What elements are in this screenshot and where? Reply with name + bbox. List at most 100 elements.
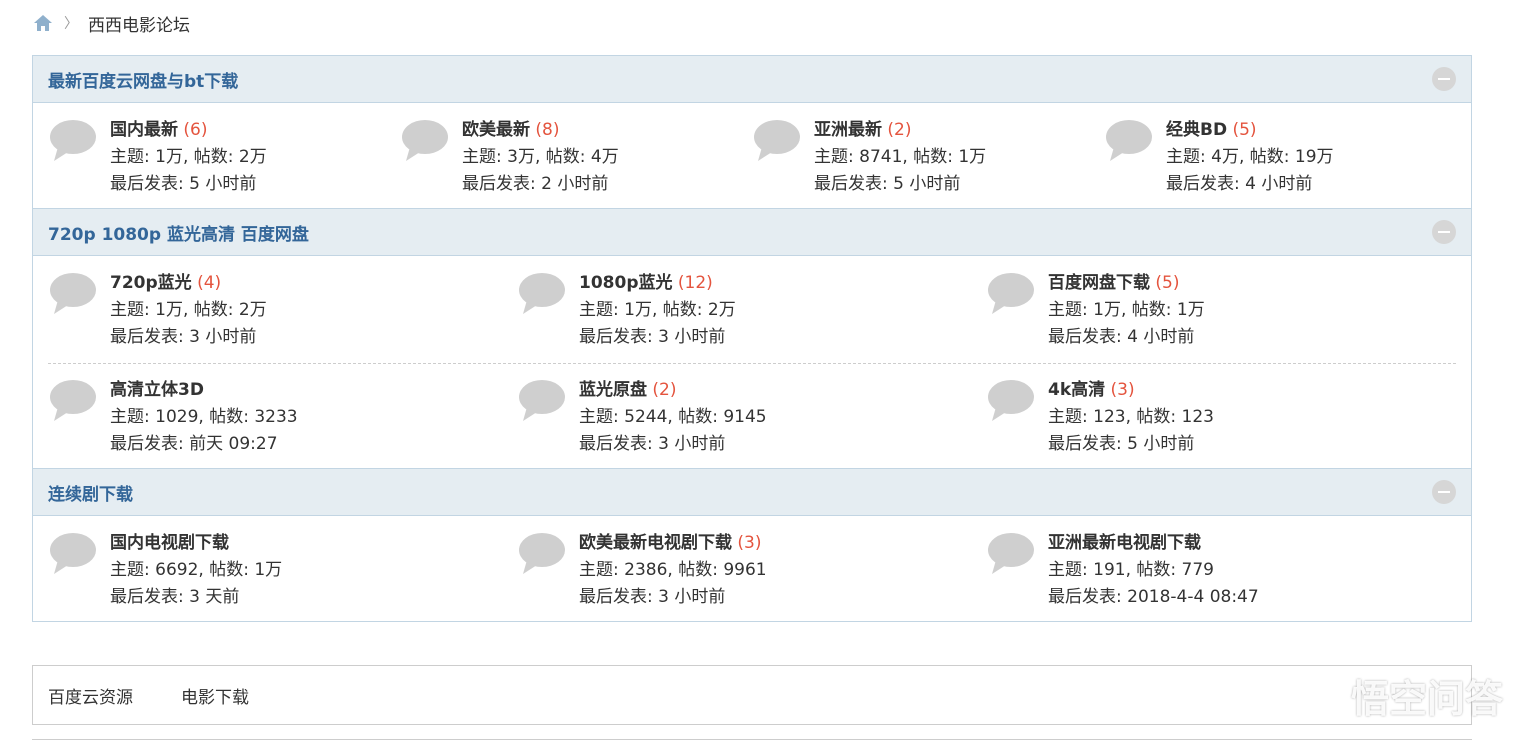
- forum-cell: 国内最新 (6) 主题: 1万, 帖数: 2万 最后发表: 5 小时前: [48, 117, 400, 198]
- forum-row: 720p蓝光 (4) 主题: 1万, 帖数: 2万 最后发表: 3 小时前 10…: [48, 270, 1456, 351]
- forum-cell: 蓝光原盘 (2) 主题: 5244, 帖数: 9145 最后发表: 3 小时前: [517, 377, 986, 458]
- collapse-icon[interactable]: [1432, 67, 1456, 91]
- forum-cell: 高清立体3D 主题: 1029, 帖数: 3233 最后发表: 前天 09:27: [48, 377, 517, 458]
- forum-last-post[interactable]: 最后发表: 2018-4-4 08:47: [1048, 584, 1259, 611]
- forum-last-post[interactable]: 最后发表: 5 小时前: [1048, 431, 1214, 458]
- collapse-icon[interactable]: [1432, 480, 1456, 504]
- forum-stats: 主题: 1万, 帖数: 2万: [110, 147, 267, 167]
- forum-new-count: (3): [737, 533, 762, 553]
- forum-stats: 主题: 1万, 帖数: 2万: [579, 300, 736, 320]
- speech-bubble-icon: [1106, 120, 1152, 161]
- forum-last-post[interactable]: 最后发表: 4 小时前: [1166, 171, 1334, 198]
- category-header: 720p 1080p 蓝光高清 百度网盘: [33, 208, 1471, 256]
- category-title[interactable]: 最新百度云网盘与bt下载: [48, 67, 238, 92]
- forum-cell: 4k高清 (3) 主题: 123, 帖数: 123 最后发表: 5 小时前: [986, 377, 1455, 458]
- forum-name[interactable]: 欧美最新: [462, 120, 530, 140]
- link-movie-download[interactable]: 电影下载: [181, 683, 249, 708]
- forum-stats: 主题: 123, 帖数: 123: [1048, 407, 1214, 427]
- forum-last-post[interactable]: 最后发表: 3 小时前: [110, 324, 267, 351]
- speech-bubble-icon: [988, 380, 1034, 421]
- forum-new-count: (2): [652, 380, 677, 400]
- speech-bubble-icon: [519, 380, 565, 421]
- forum-cell: 欧美最新电视剧下载 (3) 主题: 2386, 帖数: 9961 最后发表: 3…: [517, 530, 986, 611]
- forum-new-count: (12): [677, 273, 713, 293]
- forum-name[interactable]: 国内电视剧下载: [110, 533, 229, 553]
- forum-row: 高清立体3D 主题: 1029, 帖数: 3233 最后发表: 前天 09:27…: [48, 363, 1456, 458]
- forum-new-count: (4): [197, 273, 222, 293]
- speech-bubble-icon: [519, 533, 565, 574]
- forum-cell: 1080p蓝光 (12) 主题: 1万, 帖数: 2万 最后发表: 3 小时前: [517, 270, 986, 351]
- forum-cell: 百度网盘下载 (5) 主题: 1万, 帖数: 1万 最后发表: 4 小时前: [986, 270, 1455, 351]
- forum-stats: 主题: 1万, 帖数: 1万: [1048, 300, 1205, 320]
- forum-last-post[interactable]: 最后发表: 3 小时前: [579, 324, 736, 351]
- home-icon[interactable]: [32, 13, 54, 33]
- speech-bubble-icon: [50, 120, 96, 161]
- watermark: 悟空问答: [1297, 668, 1503, 723]
- forum-stats: 主题: 8741, 帖数: 1万: [814, 147, 987, 167]
- friend-links: 百度云资源 电影下载: [32, 665, 1472, 725]
- category-body: 国内电视剧下载 主题: 6692, 帖数: 1万 最后发表: 3 天前 欧美最新…: [33, 516, 1471, 621]
- forum-name[interactable]: 国内最新: [110, 120, 178, 140]
- speech-bubble-icon: [50, 380, 96, 421]
- forum-stats: 主题: 2386, 帖数: 9961: [579, 560, 767, 580]
- forum-name[interactable]: 4k高清: [1048, 380, 1105, 400]
- forum-cell: 亚洲最新电视剧下载 主题: 191, 帖数: 779 最后发表: 2018-4-…: [986, 530, 1455, 611]
- category-header: 连续剧下载: [33, 468, 1471, 516]
- forum-new-count: (3): [1110, 380, 1135, 400]
- forum-cell: 经典BD (5) 主题: 4万, 帖数: 19万 最后发表: 4 小时前: [1104, 117, 1456, 198]
- forum-last-post[interactable]: 最后发表: 2 小时前: [462, 171, 619, 198]
- breadcrumb: 〉 西西电影论坛: [32, 10, 190, 36]
- speech-bubble-icon: [402, 120, 448, 161]
- forum-stats: 主题: 1万, 帖数: 2万: [110, 300, 267, 320]
- collapse-icon[interactable]: [1432, 220, 1456, 244]
- category-body: 国内最新 (6) 主题: 1万, 帖数: 2万 最后发表: 5 小时前 欧美最新…: [33, 103, 1471, 208]
- forum-name[interactable]: 高清立体3D: [110, 380, 204, 400]
- speech-bubble-icon: [50, 533, 96, 574]
- category-body: 720p蓝光 (4) 主题: 1万, 帖数: 2万 最后发表: 3 小时前 10…: [33, 256, 1471, 468]
- link-baidu-resources[interactable]: 百度云资源: [48, 683, 133, 708]
- forum-new-count: (8): [535, 120, 560, 140]
- forum-last-post[interactable]: 最后发表: 3 天前: [110, 584, 282, 611]
- forum-row: 国内电视剧下载 主题: 6692, 帖数: 1万 最后发表: 3 天前 欧美最新…: [48, 530, 1456, 611]
- forum-stats: 主题: 1029, 帖数: 3233: [110, 407, 298, 427]
- forum-cell: 亚洲最新 (2) 主题: 8741, 帖数: 1万 最后发表: 5 小时前: [752, 117, 1104, 198]
- forum-stats: 主题: 5244, 帖数: 9145: [579, 407, 767, 427]
- category-title[interactable]: 连续剧下载: [48, 480, 133, 505]
- forum-name[interactable]: 720p蓝光: [110, 273, 192, 293]
- forum-list: 最新百度云网盘与bt下载 国内最新 (6) 主题: 1万, 帖数: 2万 最后发…: [32, 55, 1472, 622]
- category-header: 最新百度云网盘与bt下载: [33, 56, 1471, 103]
- forum-row: 国内最新 (6) 主题: 1万, 帖数: 2万 最后发表: 5 小时前 欧美最新…: [48, 117, 1456, 198]
- speech-bubble-icon: [754, 120, 800, 161]
- forum-last-post[interactable]: 最后发表: 前天 09:27: [110, 431, 298, 458]
- speech-bubble-icon: [988, 273, 1034, 314]
- forum-name[interactable]: 亚洲最新: [814, 120, 882, 140]
- forum-name[interactable]: 经典BD: [1166, 120, 1227, 140]
- forum-stats: 主题: 4万, 帖数: 19万: [1166, 147, 1334, 167]
- forum-cell: 国内电视剧下载 主题: 6692, 帖数: 1万 最后发表: 3 天前: [48, 530, 517, 611]
- divider: [32, 739, 1472, 740]
- forum-last-post[interactable]: 最后发表: 3 小时前: [579, 431, 767, 458]
- forum-name[interactable]: 1080p蓝光: [579, 273, 672, 293]
- forum-new-count: (5): [1232, 120, 1257, 140]
- speech-bubble-icon: [50, 273, 96, 314]
- forum-name[interactable]: 亚洲最新电视剧下载: [1048, 533, 1201, 553]
- forum-cell: 720p蓝光 (4) 主题: 1万, 帖数: 2万 最后发表: 3 小时前: [48, 270, 517, 351]
- forum-name[interactable]: 百度网盘下载: [1048, 273, 1150, 293]
- watermark-text: 悟空问答: [1350, 677, 1503, 721]
- speech-bubble-icon: [988, 533, 1034, 574]
- forum-new-count: (2): [887, 120, 912, 140]
- forum-last-post[interactable]: 最后发表: 4 小时前: [1048, 324, 1205, 351]
- breadcrumb-separator: 〉: [64, 16, 78, 32]
- forum-last-post[interactable]: 最后发表: 3 小时前: [579, 584, 767, 611]
- category-title[interactable]: 720p 1080p 蓝光高清 百度网盘: [48, 220, 309, 245]
- forum-name[interactable]: 蓝光原盘: [579, 380, 647, 400]
- forum-name[interactable]: 欧美最新电视剧下载: [579, 533, 732, 553]
- forum-cell: 欧美最新 (8) 主题: 3万, 帖数: 4万 最后发表: 2 小时前: [400, 117, 752, 198]
- forum-stats: 主题: 191, 帖数: 779: [1048, 560, 1214, 580]
- forum-new-count: (5): [1155, 273, 1180, 293]
- forum-last-post[interactable]: 最后发表: 5 小时前: [814, 171, 986, 198]
- forum-stats: 主题: 3万, 帖数: 4万: [462, 147, 619, 167]
- forum-stats: 主题: 6692, 帖数: 1万: [110, 560, 283, 580]
- breadcrumb-current[interactable]: 西西电影论坛: [88, 11, 190, 36]
- forum-last-post[interactable]: 最后发表: 5 小时前: [110, 171, 267, 198]
